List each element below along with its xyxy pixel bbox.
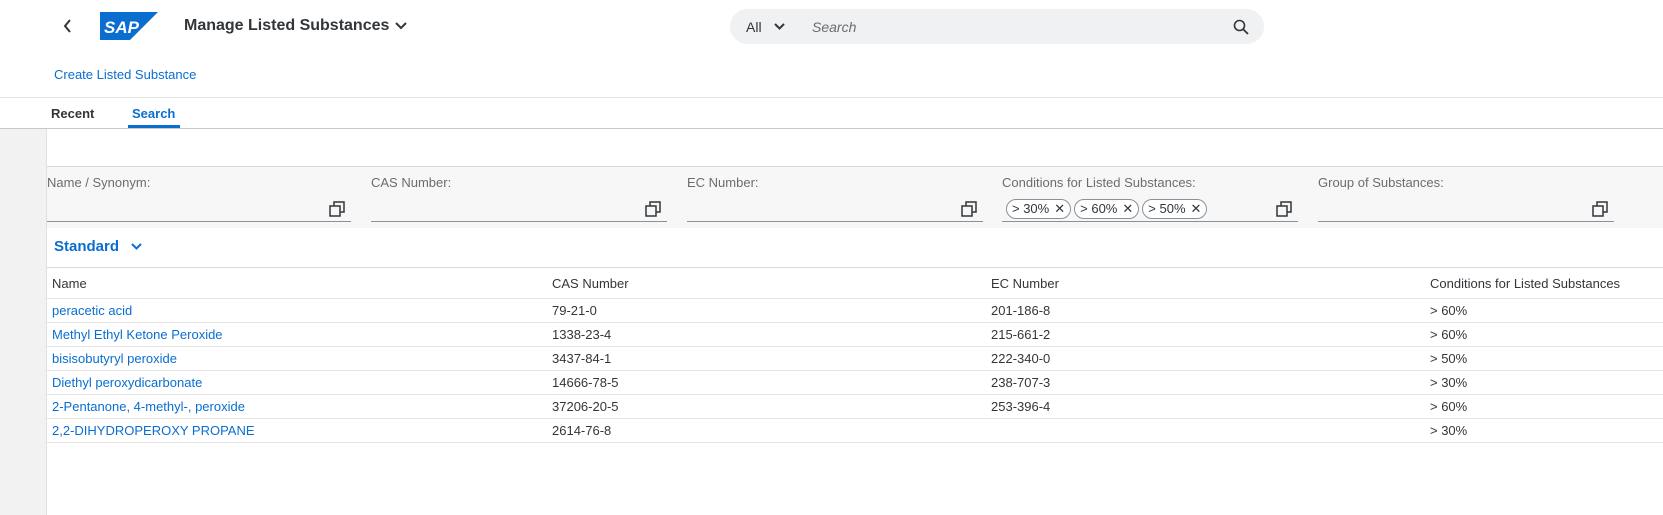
back-button[interactable]	[56, 14, 80, 38]
substance-name-link[interactable]: peracetic acid	[52, 303, 132, 318]
column-header-conditions[interactable]: Conditions for Listed Substances	[1425, 276, 1663, 291]
filter-ec: EC Number:	[687, 175, 983, 222]
filter-cas: CAS Number:	[371, 175, 667, 222]
value-help-icon[interactable]	[1592, 201, 1608, 217]
cas-cell: 2614-76-8	[552, 423, 612, 438]
tab-recent[interactable]: Recent	[51, 106, 94, 121]
token-label: > 60%	[1080, 201, 1118, 216]
filter-group: Group of Substances:	[1318, 175, 1614, 222]
variant-selector[interactable]: Standard	[54, 238, 142, 255]
ec-cell: 222-340-0	[991, 351, 1051, 366]
substance-name-link[interactable]: 2,2-DIHYDROPEROXY PROPANE	[52, 423, 255, 438]
divider	[0, 97, 1663, 98]
variant-label: Standard	[54, 238, 120, 255]
chevron-down-icon	[395, 22, 408, 30]
create-listed-substance-link[interactable]: Create Listed Substance	[54, 67, 196, 82]
substance-name-link[interactable]: bisisobutyryl peroxide	[52, 351, 177, 366]
substance-name-link[interactable]: Methyl Ethyl Ketone Peroxide	[52, 327, 223, 342]
condition-cell: > 50%	[1430, 351, 1468, 366]
ec-cell: 238-707-3	[991, 375, 1051, 390]
cas-cell: 1338-23-4	[552, 327, 612, 342]
shell-bar: SAP Manage Listed Substances All	[0, 0, 1663, 54]
filter-label: EC Number:	[687, 175, 759, 190]
cas-cell: 3437-84-1	[552, 351, 612, 366]
divider	[0, 128, 1663, 129]
substance-name-link[interactable]: 2-Pentanone, 4-methyl-, peroxide	[52, 399, 245, 414]
global-search: All	[730, 9, 1264, 44]
search-scope-select[interactable]: All	[730, 19, 812, 35]
token-label: > 50%	[1148, 201, 1186, 216]
table-row[interactable]: 2-Pentanone, 4-methyl-, peroxide 37206-2…	[47, 395, 1663, 419]
name-synonym-input[interactable]	[47, 196, 351, 222]
ec-number-input[interactable]	[687, 196, 983, 222]
condition-cell: > 60%	[1430, 399, 1468, 414]
cas-cell: 14666-78-5	[552, 375, 619, 390]
table-row[interactable]: Diethyl peroxydicarbonate 14666-78-5 238…	[47, 371, 1663, 395]
conditions-multi-input[interactable]: > 30% ✕ > 60% ✕ > 50% ✕	[1002, 196, 1298, 222]
column-header-ec[interactable]: EC Number	[986, 276, 1425, 291]
search-button[interactable]	[1224, 19, 1258, 35]
filter-label: Conditions for Listed Substances:	[1002, 175, 1196, 190]
ec-cell: 253-396-4	[991, 399, 1051, 414]
condition-token[interactable]: > 30% ✕	[1006, 198, 1072, 219]
value-help-icon[interactable]	[961, 201, 977, 217]
close-icon[interactable]: ✕	[1054, 202, 1065, 215]
value-help-icon[interactable]	[329, 201, 345, 217]
condition-token[interactable]: > 50% ✕	[1142, 198, 1208, 219]
chevron-left-icon	[63, 19, 71, 33]
condition-cell: > 60%	[1430, 327, 1468, 342]
table-row[interactable]: 2,2-DIHYDROPEROXY PROPANE 2614-76-8 > 30…	[47, 419, 1663, 443]
app-title-menu[interactable]: Manage Listed Substances	[184, 17, 408, 35]
table-row[interactable]: peracetic acid 79-21-0 201-186-8 > 60%	[47, 299, 1663, 323]
condition-cell: > 60%	[1430, 303, 1468, 318]
search-icon	[1233, 19, 1249, 35]
close-icon[interactable]: ✕	[1191, 202, 1202, 215]
chevron-down-icon	[131, 243, 142, 250]
column-header-name[interactable]: Name	[47, 276, 547, 291]
condition-token[interactable]: > 60% ✕	[1074, 198, 1140, 219]
filter-name: Name / Synonym:	[47, 175, 351, 222]
token-label: > 30%	[1012, 201, 1050, 216]
column-header-cas[interactable]: CAS Number	[547, 276, 986, 291]
group-of-substances-input[interactable]	[1318, 196, 1614, 222]
value-help-icon[interactable]	[1276, 201, 1292, 217]
search-input[interactable]	[812, 18, 1224, 35]
results-table: Name CAS Number EC Number Conditions for…	[47, 267, 1663, 443]
cas-cell: 37206-20-5	[552, 399, 619, 414]
filter-conditions: Conditions for Listed Substances: > 30% ✕…	[1002, 175, 1298, 222]
sap-logo[interactable]: SAP	[100, 12, 158, 40]
substance-name-link[interactable]: Diethyl peroxydicarbonate	[52, 375, 202, 390]
chevron-down-icon	[773, 23, 785, 30]
filter-label: Group of Substances:	[1318, 175, 1444, 190]
table-row[interactable]: Methyl Ethyl Ketone Peroxide 1338-23-4 2…	[47, 323, 1663, 347]
close-icon[interactable]: ✕	[1122, 202, 1133, 215]
condition-cell: > 30%	[1430, 423, 1468, 438]
filter-label: CAS Number:	[371, 175, 452, 190]
condition-cell: > 30%	[1430, 375, 1468, 390]
table-header-row: Name CAS Number EC Number Conditions for…	[47, 268, 1663, 299]
ec-cell: 201-186-8	[991, 303, 1051, 318]
value-help-icon[interactable]	[645, 201, 661, 217]
table-row[interactable]: bisisobutyryl peroxide 3437-84-1 222-340…	[47, 347, 1663, 371]
left-panel	[0, 129, 47, 515]
ec-cell: 215-661-2	[991, 327, 1051, 342]
filter-label: Name / Synonym:	[47, 175, 151, 190]
search-scope-value: All	[746, 18, 762, 35]
tab-search[interactable]: Search	[132, 106, 175, 121]
filter-bar: Name / Synonym: CAS Number: EC Number: C…	[47, 166, 1663, 228]
app-title: Manage Listed Substances	[184, 17, 390, 34]
cas-cell: 79-21-0	[552, 303, 597, 318]
svg-text:SAP: SAP	[104, 18, 140, 37]
cas-number-input[interactable]	[371, 196, 667, 222]
